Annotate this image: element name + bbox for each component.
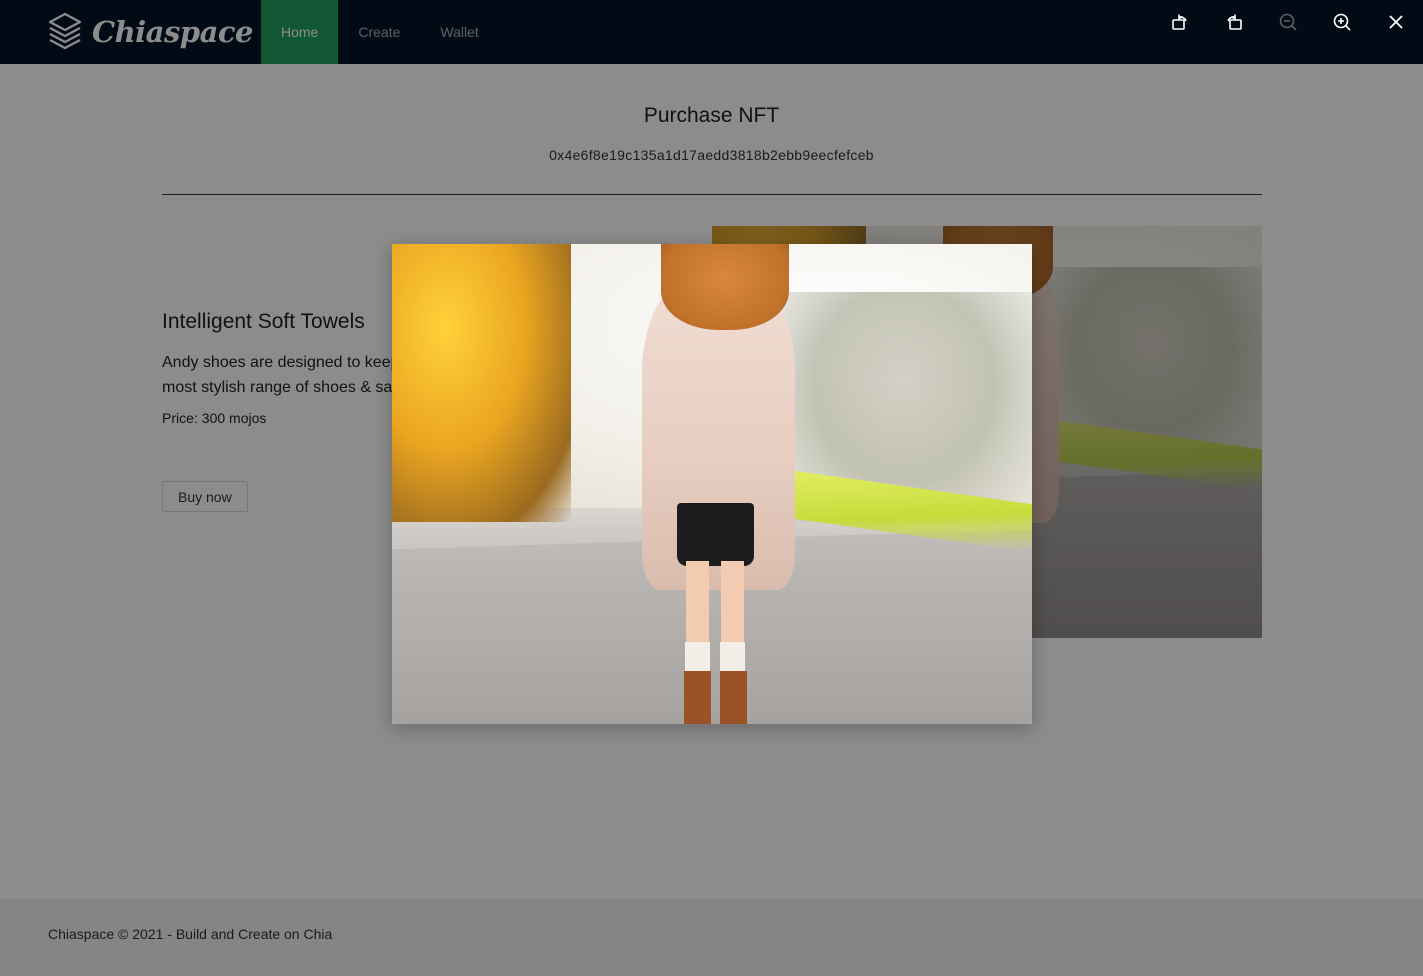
zoom-out-button[interactable] (1261, 0, 1315, 44)
preview-photo (392, 244, 1032, 724)
zoom-in-icon (1333, 13, 1351, 31)
zoom-out-icon (1279, 13, 1297, 31)
rotate-right-button[interactable] (1207, 0, 1261, 44)
rotate-left-button[interactable] (1153, 0, 1207, 44)
preview-toolbar (1153, 0, 1423, 44)
zoom-in-button[interactable] (1315, 0, 1369, 44)
close-icon (1389, 15, 1403, 29)
rotate-left-icon (1172, 14, 1187, 30)
preview-image[interactable] (392, 244, 1032, 724)
rotate-right-icon (1227, 14, 1242, 30)
close-preview-button[interactable] (1369, 0, 1423, 44)
